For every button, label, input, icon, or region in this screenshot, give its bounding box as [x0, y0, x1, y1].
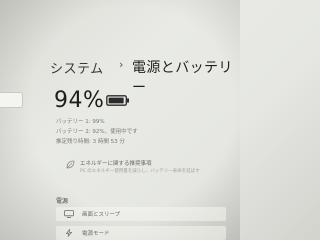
battery-percent: 94% [54, 88, 105, 113]
search-box-edge[interactable] [0, 92, 23, 108]
battery-2-status: バッテリー 2: 92%、使用中です [56, 129, 138, 135]
breadcrumb-parent-system[interactable]: システム [50, 58, 104, 77]
screen-vignette [0, 0, 240, 240]
recommendations-title: エネルギーに関する推奨事項 [80, 161, 152, 167]
battery-icon [106, 95, 129, 106]
power-mode-row[interactable]: 電源モード [56, 226, 226, 240]
estimated-time-remaining: 推定残り時間: 3 時間 53 分 [56, 139, 125, 145]
monitor-icon [64, 210, 74, 218]
energy-recommendations-card[interactable]: エネルギーに関する推奨事項 PC のエネルギー使用量を減らし、バッテリー寿命を延… [60, 157, 200, 177]
recommendations-subtitle: PC のエネルギー使用量を減らし、バッテリー寿命を延ばす [80, 169, 200, 174]
screen-and-sleep-row[interactable]: 画面とスリープ [56, 207, 226, 221]
battery-1-status: バッテリー 1: 99% [56, 119, 105, 125]
page-title: 電源とバッテリー [132, 60, 233, 96]
power-section-heading: 電源 [56, 198, 69, 205]
screen-and-sleep-label: 画面とスリープ [82, 212, 121, 218]
leaf-icon [66, 160, 75, 169]
breadcrumb-separator: › [119, 58, 124, 71]
battery-level-fill [108, 97, 124, 104]
power-mode-label: 電源モード [82, 231, 110, 237]
lightning-icon [65, 229, 73, 237]
